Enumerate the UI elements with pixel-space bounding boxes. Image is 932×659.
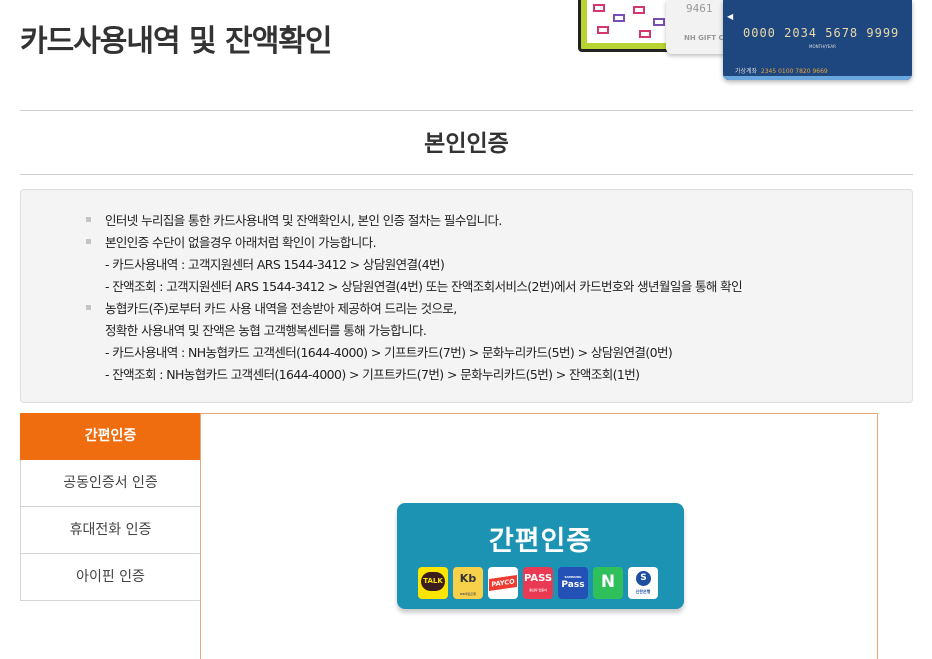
card-number: 0000 2034 5678 9999: [743, 26, 900, 40]
card-expiry-label: MONTH/YEAR: [809, 44, 836, 49]
notice-line: 정확한 사용내역 및 잔액은 농협 고객행복센터를 통해 가능합니다.: [105, 323, 427, 338]
pass-icon: PASS 통신사 인증서: [523, 567, 553, 599]
shinhan-bank-icon: S 신한은행: [628, 567, 658, 599]
bullet-icon: [86, 239, 91, 244]
divider: [20, 174, 913, 175]
tab-joint-certificate[interactable]: 공동인증서 인증: [20, 460, 201, 507]
header-illustration: 9461 NH GIFT CA ◀ 0000 2034 5678 9999 MO…: [578, 0, 912, 80]
samsung-pass-icon: SAMSUNG Pass: [558, 567, 588, 599]
tab-mobile-phone[interactable]: 휴대전화 인증: [20, 507, 201, 554]
virtual-account-number: 2345 0100 7820 9669: [760, 68, 828, 75]
notice-line: - 잔액조회 : 고객지원센터 ARS 1544-3412 > 상담원연결(4번…: [105, 279, 743, 294]
notice-line: - 카드사용내역 : NH농협카드 고객센터(1644-4000) > 기프트카…: [105, 345, 673, 360]
virtual-account: 가상계좌 2345 0100 7820 9669: [735, 66, 828, 75]
simple-auth-title: 간편인증: [488, 526, 593, 557]
section-title: 본인인증: [424, 131, 509, 157]
card-number: 9461: [686, 2, 713, 15]
page-title: 카드사용내역 및 잔액확인: [20, 24, 332, 59]
culture-card-image: ◀ 0000 2034 5678 9999 MONTH/YEAR 가상계좌 23…: [723, 0, 912, 80]
payco-icon: PAYCO: [488, 567, 518, 599]
bullet-icon: [86, 217, 91, 222]
simple-auth-button[interactable]: 간편인증 TALK Kb KB국민은행 PAYCO PASS 통신사 인증서 S…: [397, 503, 684, 609]
arrow-left-icon: ◀: [727, 12, 734, 21]
naver-icon: N: [593, 567, 623, 599]
divider: [20, 110, 913, 111]
virtual-account-label: 가상계좌: [735, 68, 758, 75]
notice-box: 인터넷 누리집을 통한 카드사용내역 및 잔액확인시, 본인 인증 절차는 필수…: [20, 189, 913, 403]
kb-bank-icon: Kb KB국민은행: [453, 567, 483, 599]
kakao-talk-icon: TALK: [418, 567, 448, 599]
notice-line: - 카드사용내역 : 고객지원센터 ARS 1544-3412 > 상담원연결(…: [105, 257, 445, 272]
tab-simple-auth[interactable]: 간편인증: [20, 413, 201, 460]
notice-line: - 잔액조회 : NH농협카드 고객센터(1644-4000) > 기프트카드(…: [105, 367, 640, 382]
notice-line: 인터넷 누리집을 통한 카드사용내역 및 잔액확인시, 본인 인증 절차는 필수…: [105, 213, 502, 228]
provider-icons: TALK Kb KB국민은행 PAYCO PASS 통신사 인증서 SAMSUN…: [418, 567, 663, 599]
auth-method-nav: 간편인증 공동인증서 인증 휴대전화 인증 아이핀 인증: [20, 413, 201, 601]
notice-line: 농협카드(주)로부터 카드 사용 내역을 전송받아 제공하여 드리는 것으로,: [105, 301, 457, 316]
notice-line: 본인인증 수단이 없을경우 아래처럼 확인이 가능합니다.: [105, 235, 377, 250]
tab-ipin[interactable]: 아이핀 인증: [20, 554, 201, 601]
bullet-icon: [86, 305, 91, 310]
